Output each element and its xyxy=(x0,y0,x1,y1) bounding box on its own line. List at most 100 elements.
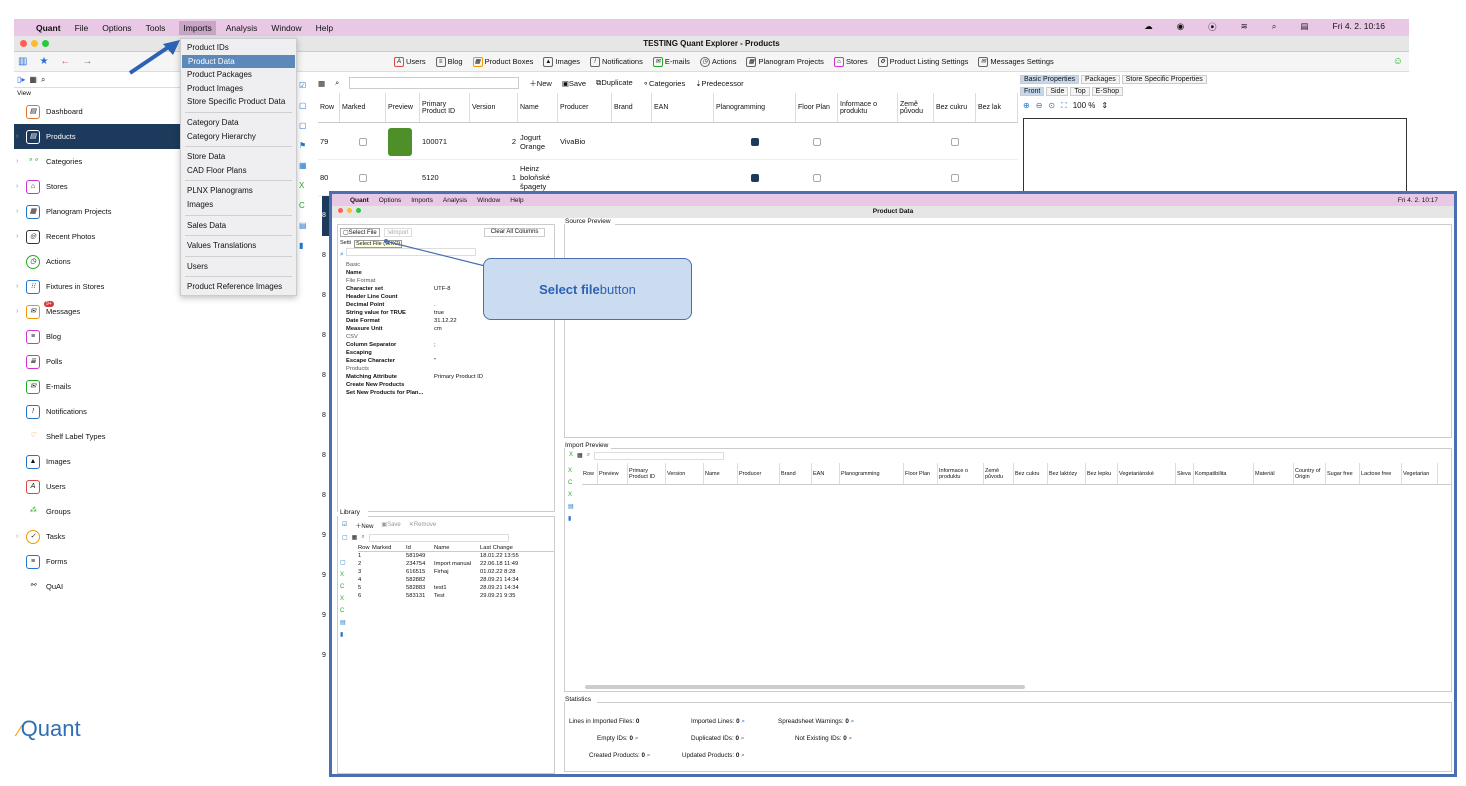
col-row[interactable]: Row xyxy=(318,93,340,122)
col-planogramming[interactable]: Planogramming xyxy=(714,93,796,122)
copy-tool-icon[interactable]: ▢ xyxy=(342,534,348,542)
import-col[interactable]: Vegetarian xyxy=(1402,463,1438,484)
col-id[interactable]: Id xyxy=(406,545,434,551)
search-icon[interactable]: ⌕ xyxy=(587,452,590,460)
search-icon[interactable]: ⌕ xyxy=(335,78,339,88)
col-version[interactable]: Version xyxy=(470,93,518,122)
menu-window[interactable]: Window xyxy=(271,23,301,33)
menu-item-category-data[interactable]: Category Data xyxy=(181,116,296,130)
chevron-right-icon[interactable]: › xyxy=(16,158,18,165)
calendar-icon[interactable]: ▦ xyxy=(299,156,313,176)
search-icon[interactable]: ⌕ xyxy=(1272,21,1277,33)
menu-tools[interactable]: Tools xyxy=(146,23,166,33)
chevron-right-icon[interactable]: › xyxy=(16,533,18,540)
categories-button[interactable]: ⚬Categories xyxy=(643,79,686,88)
table-row[interactable]: 5 582883 test1 28.09.21 14:34 xyxy=(358,584,554,592)
settings-row[interactable]: Matching Attribute Primary Product ID xyxy=(338,373,554,381)
table-row[interactable]: 1 581949 18.01.22 13:55 xyxy=(358,552,554,560)
xls-icon[interactable]: X xyxy=(340,593,346,605)
search-icon[interactable]: ⌕ xyxy=(741,735,745,742)
search-icon[interactable]: ⌕ xyxy=(340,251,344,258)
chevron-right-icon[interactable]: › xyxy=(16,233,18,240)
close-button[interactable] xyxy=(338,208,343,213)
menu-imports[interactable]: Imports xyxy=(179,20,216,35)
sidebar-item-emails[interactable]: ✉ E-mails xyxy=(14,374,180,399)
sidebar-item-groups[interactable]: ⁂ Groups xyxy=(14,499,180,524)
col-bez-cukru[interactable]: Bez cukru xyxy=(934,93,976,122)
col-marked[interactable]: Marked xyxy=(372,545,406,551)
import-col[interactable]: Bez laktózy xyxy=(1048,463,1086,484)
menu-item-store-data[interactable]: Store Data xyxy=(181,150,296,164)
settings-row[interactable]: Escape Character " xyxy=(338,357,554,365)
menu-item-values-translations[interactable]: Values Translations xyxy=(181,239,296,253)
back-arrow-icon[interactable]: ← xyxy=(60,56,70,67)
import-col[interactable]: Preview xyxy=(598,463,628,484)
xls-icon[interactable]: X xyxy=(299,176,313,196)
settings-row[interactable]: Products xyxy=(338,365,554,373)
sidebar-item-recent-photos[interactable]: › ◎ Recent Photos xyxy=(14,224,180,249)
import-col[interactable]: Bez lepku xyxy=(1086,463,1118,484)
sidebar-item-shelf-label-types[interactable]: ♡ Shelf Label Types xyxy=(14,424,180,449)
sidebar-item-forms[interactable]: ≡ Forms xyxy=(14,549,180,574)
settings-row[interactable]: Column Separator; xyxy=(338,341,554,349)
checkbox-tool-icon[interactable]: ☑ xyxy=(299,76,313,96)
import-col[interactable]: Informace o produktu xyxy=(938,463,984,484)
menu-item-product-data[interactable]: Product Data xyxy=(182,54,295,69)
marked-checkbox[interactable] xyxy=(359,137,367,146)
import-col[interactable]: Sugar free xyxy=(1326,463,1360,484)
xls-icon[interactable]: X xyxy=(568,489,574,501)
fit-icon[interactable]: ⛶ xyxy=(1061,101,1067,111)
import-col[interactable]: Bez cukru xyxy=(1014,463,1048,484)
col-informace[interactable]: Informace o produktu xyxy=(838,93,898,122)
zoom-button[interactable] xyxy=(356,208,361,213)
menu-item-product-reference-images[interactable]: Product Reference Images xyxy=(181,280,296,294)
chevron-right-icon[interactable]: › xyxy=(16,283,18,290)
col-name[interactable]: Name xyxy=(518,93,558,122)
menu-help[interactable]: Help xyxy=(316,23,333,33)
col-producer[interactable]: Producer xyxy=(558,93,612,122)
sidebar-item-users[interactable]: A Users xyxy=(14,474,180,499)
csv-icon[interactable]: C xyxy=(568,477,574,489)
remove-button[interactable]: ✕Remove xyxy=(409,521,436,530)
col-floor-plan[interactable]: Floor Plan xyxy=(796,93,838,122)
sidebar-item-fixtures[interactable]: › ⁝⁝ Fixtures in Stores xyxy=(14,274,180,299)
table-row[interactable]: 4 582882 28.09.21 14:34 xyxy=(358,576,554,584)
toolbar-users[interactable]: A Users xyxy=(394,56,426,67)
select-file-button[interactable]: ▢Select File xyxy=(340,228,380,237)
settings-row[interactable]: CSV xyxy=(338,333,554,341)
clock[interactable]: Fri 4. 2. 10:17 xyxy=(1398,197,1438,204)
sidebar-item-messages[interactable]: › ✉ 9+ Messages xyxy=(14,299,180,324)
import-col[interactable]: Floor Plan xyxy=(904,463,938,484)
floor-plan-checkbox[interactable] xyxy=(813,137,821,146)
menu-analysis[interactable]: Analysis xyxy=(226,23,258,33)
search-icon[interactable]: ⌕ xyxy=(361,534,364,542)
table-row[interactable]: 2 234754 Import manual 22.06.18 11:49 xyxy=(358,560,554,568)
import-col[interactable]: Materiál xyxy=(1254,463,1294,484)
forward-arrow-icon[interactable]: → xyxy=(82,56,92,67)
import-col[interactable]: Sleva xyxy=(1176,463,1194,484)
col-preview[interactable]: Preview xyxy=(386,93,420,122)
csv-icon[interactable]: C xyxy=(340,605,346,617)
import-col[interactable]: Primary Product ID xyxy=(628,463,666,484)
toolbar-images[interactable]: ▲ Images xyxy=(543,56,580,67)
xls-icon[interactable]: X xyxy=(569,452,573,460)
tab-basic-properties[interactable]: Basic Properties xyxy=(1020,75,1079,84)
zoom-stepper-icon[interactable]: ⇕ xyxy=(1101,101,1108,111)
menu-options[interactable]: Options xyxy=(102,23,131,33)
menubar-app-name[interactable]: Quant xyxy=(36,23,61,33)
tab-store-specific[interactable]: Store Specific Properties xyxy=(1121,75,1207,84)
sidebar-item-categories[interactable]: › ⚬⚬ Categories xyxy=(14,149,180,174)
minimize-button[interactable] xyxy=(31,40,38,47)
chart-icon[interactable]: ▮ xyxy=(340,629,346,641)
sidebar-item-quai[interactable]: ⚯ QuAI xyxy=(14,574,180,599)
import-col[interactable]: Vegetariánské xyxy=(1118,463,1176,484)
control-center-icon[interactable]: ▤ xyxy=(1301,21,1309,33)
menu-window[interactable]: Window xyxy=(477,197,500,204)
toolbar-product-listing-settings[interactable]: ⚙ Product Listing Settings xyxy=(877,56,968,67)
search-icon[interactable]: ⌕ xyxy=(635,735,639,742)
import-col[interactable]: EAN xyxy=(812,463,840,484)
products-search-input[interactable] xyxy=(349,77,520,89)
sidebar-item-products[interactable]: › ▤ Products xyxy=(14,124,180,149)
export-icon[interactable]: ▤ xyxy=(299,216,313,236)
sidebar-item-dashboard[interactable]: ▤ Dashboard xyxy=(14,99,180,124)
